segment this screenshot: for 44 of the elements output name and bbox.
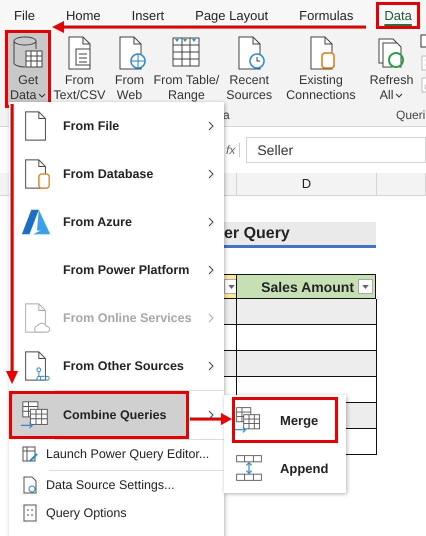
ribbon-tab[interactable]: Home xyxy=(58,2,109,28)
menu-item[interactable]: From Database xyxy=(9,150,224,198)
chevron-icon xyxy=(208,410,214,420)
caret-icon xyxy=(362,284,369,288)
group-label: Queri xyxy=(396,108,426,122)
options-icon xyxy=(22,504,38,522)
append-icon xyxy=(234,453,264,483)
ribbon-button[interactable]: Refresh All xyxy=(368,33,416,105)
ribbon-button[interactable]: Recent Sources xyxy=(224,33,274,105)
caret-icon xyxy=(228,284,235,288)
ribbon-tab[interactable]: Formulas xyxy=(291,2,362,28)
formula-field[interactable]: Seller xyxy=(246,137,426,163)
menu-item[interactable]: Append xyxy=(232,445,338,491)
group-label: a xyxy=(223,108,230,122)
menu-item[interactable]: Launch Power Query Editor... xyxy=(9,440,224,468)
ribbon-tab[interactable]: Insert xyxy=(124,2,172,28)
chevron-icon xyxy=(208,361,214,371)
sheet-title: er Query xyxy=(224,222,376,248)
menu-item[interactable]: From Other Sources xyxy=(9,342,224,390)
ribbon-tab[interactable]: Page Layout xyxy=(187,2,276,28)
chevron-icon xyxy=(208,121,214,131)
annotation-arrow xyxy=(190,413,232,425)
settings-file-icon xyxy=(22,476,38,494)
table-cell xyxy=(224,351,236,377)
chevron-icon xyxy=(208,217,214,227)
ribbon-tab[interactable]: File xyxy=(6,2,43,28)
menu-item[interactable]: Merge xyxy=(232,397,338,443)
menu-item[interactable]: Data Source Settings... xyxy=(9,471,224,499)
header-label: Sales Amount xyxy=(261,278,354,294)
caret-icon xyxy=(38,93,46,98)
menu-item[interactable]: From Azure xyxy=(9,198,224,246)
menu-item[interactable]: Query Options xyxy=(9,499,224,527)
ribbon-tab[interactable]: Data xyxy=(376,2,420,28)
ribbon-button[interactable]: Existing Connections xyxy=(284,33,358,105)
caret-icon xyxy=(395,93,404,98)
chevron-icon xyxy=(208,169,214,179)
menu-item[interactable]: From File xyxy=(9,102,224,150)
table-pencil-icon xyxy=(22,445,38,463)
menu-item[interactable]: From Power Platform xyxy=(9,246,224,294)
chevron-icon xyxy=(208,265,214,275)
filter-button[interactable] xyxy=(224,279,236,294)
ribbon-button[interactable]: Get Data xyxy=(8,33,48,105)
filter-button[interactable] xyxy=(358,279,373,294)
chevron-icon xyxy=(208,313,214,323)
